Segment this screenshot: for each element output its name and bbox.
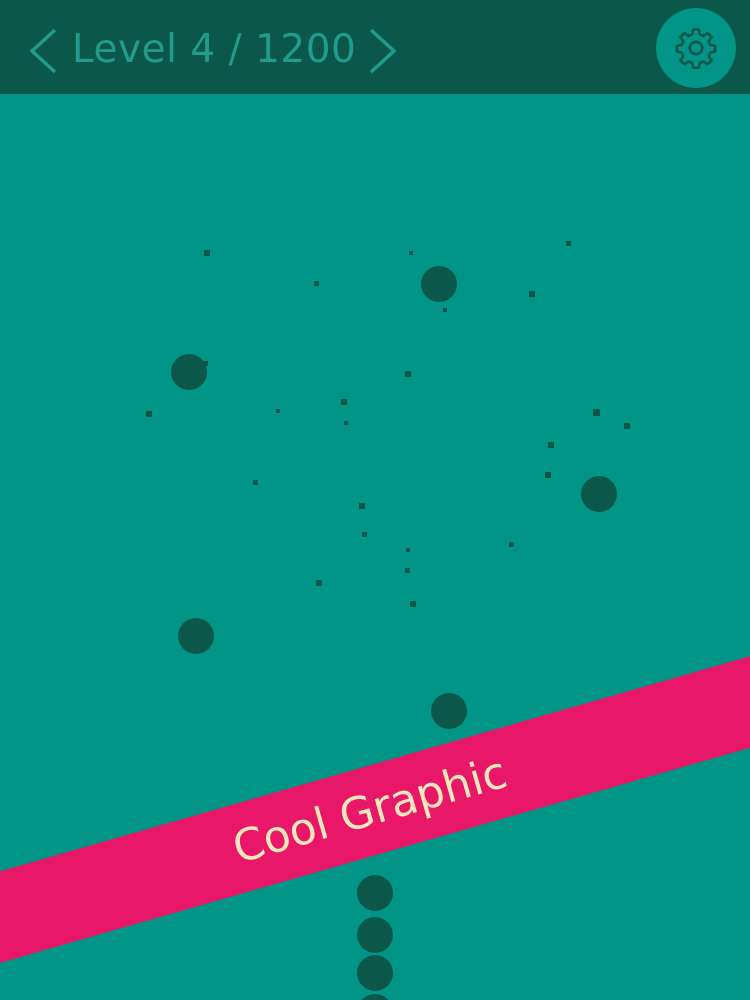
particle [529, 291, 535, 297]
particle [204, 250, 210, 256]
particle [362, 532, 367, 537]
particle-group [146, 241, 630, 607]
particle [314, 281, 319, 286]
particle [405, 371, 411, 377]
dot-group [171, 266, 617, 729]
particle [545, 472, 551, 478]
particle [548, 442, 554, 448]
launcher-queue [357, 875, 393, 1000]
particle [406, 548, 410, 552]
particle [410, 601, 416, 607]
particle [344, 421, 348, 425]
dot [421, 266, 457, 302]
particle [509, 542, 514, 547]
particle [276, 409, 280, 413]
game-screen: Level 4 / 1200 Cool Graphic [0, 0, 750, 1000]
particle [341, 399, 347, 405]
dot [178, 618, 214, 654]
dot [171, 354, 207, 390]
particle [443, 308, 447, 312]
dot [581, 476, 617, 512]
particle [624, 423, 630, 429]
particle [405, 568, 410, 573]
particle [146, 411, 152, 417]
queued-dot [357, 875, 393, 911]
queued-dot [357, 955, 393, 991]
dot [431, 693, 467, 729]
queued-dot [357, 917, 393, 953]
particle [593, 409, 600, 416]
particle [566, 241, 571, 246]
particle [359, 503, 365, 509]
particle [253, 480, 258, 485]
particle [409, 251, 413, 255]
queued-dot [361, 994, 389, 1000]
particle [316, 580, 322, 586]
